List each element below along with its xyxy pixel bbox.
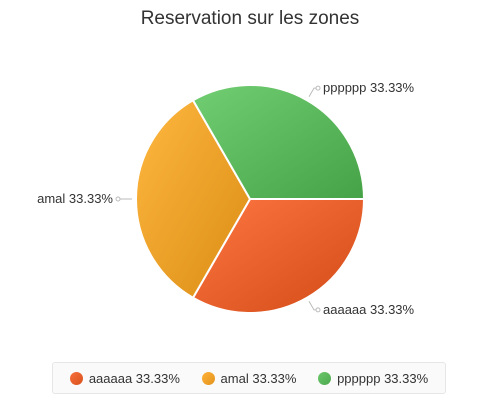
legend-swatch-aaaaaa	[69, 371, 83, 385]
legend-item-pppppp[interactable]: pppppp 33.33%	[318, 371, 428, 386]
legend-label-aaaaaa: aaaaaa 33.33%	[88, 370, 180, 386]
legend-label-pppppp: pppppp 33.33%	[337, 370, 429, 386]
slice-label-amal: amal 33.33%	[37, 191, 113, 206]
slice-label-pppppp: pppppp 33.33%	[323, 80, 415, 95]
legend-swatch-amal	[201, 371, 215, 385]
legend-item-amal[interactable]: amal 33.33%	[201, 370, 297, 386]
slice-label-aaaaaa: aaaaaa 33.33%	[323, 302, 415, 317]
pie-chart: Reservation sur les zones aaaaaa 33.33% a…	[0, 0, 500, 400]
pie-slices	[135, 84, 366, 314]
leader-dot-amal	[115, 196, 121, 202]
legend-swatch-pppppp	[318, 371, 332, 385]
leader-dot-pppppp	[315, 85, 321, 91]
legend-item-aaaaaa[interactable]: aaaaaa 33.33%	[69, 370, 180, 386]
leader-dot-aaaaaa	[315, 307, 321, 313]
pie-plot: aaaaaa 33.33% amal 33.33% pppppp 33.33%	[37, 80, 415, 317]
legend-label-amal: amal 33.33%	[220, 370, 297, 386]
chart-legend: aaaaaa 33.33% amal 33.33% pppppp 33.33%	[52, 362, 446, 394]
